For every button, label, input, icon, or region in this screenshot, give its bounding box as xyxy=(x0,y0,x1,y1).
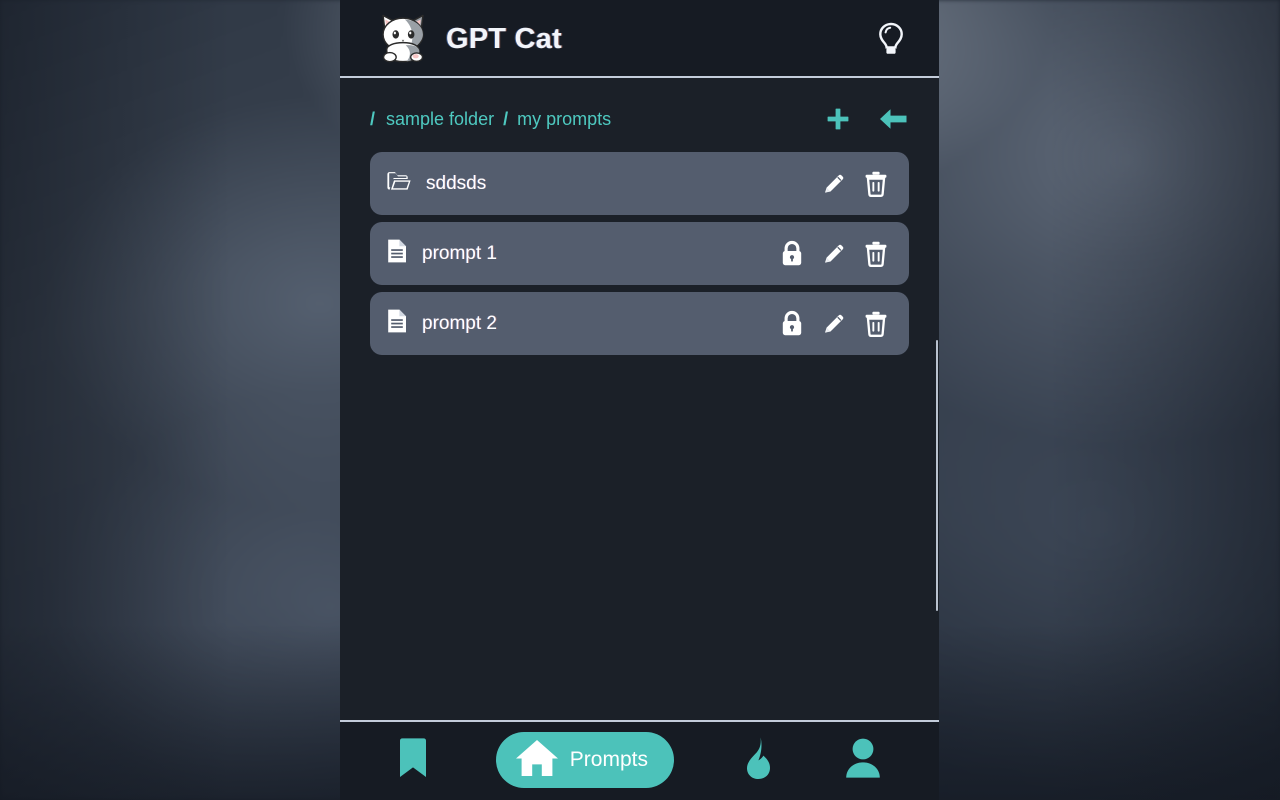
list-item-lead: prompt 2 xyxy=(386,308,497,339)
gpt-cat-panel: GPT Cat / sample folder / my prompts sdd… xyxy=(340,0,939,800)
list-item-label: prompt 1 xyxy=(422,242,497,264)
app-header: GPT Cat xyxy=(340,0,939,78)
lock-icon[interactable] xyxy=(777,237,807,271)
breadcrumb-item-sample-folder[interactable]: sample folder xyxy=(386,109,494,130)
home-icon xyxy=(514,737,560,784)
breadcrumb-actions xyxy=(825,106,909,132)
breadcrumb-item-my-prompts[interactable]: my prompts xyxy=(517,109,611,130)
edit-icon[interactable] xyxy=(819,167,849,201)
nav-item-trending[interactable] xyxy=(739,732,777,788)
plus-icon[interactable] xyxy=(825,106,851,132)
vertical-scrollbar[interactable] xyxy=(936,340,938,611)
list-item-label: sddsds xyxy=(426,172,487,194)
item-list: sddsds prompt 1 prompt 2 xyxy=(340,152,939,355)
list-item-label: prompt 2 xyxy=(422,312,497,334)
bookmark-icon xyxy=(395,736,431,785)
lightbulb-icon[interactable] xyxy=(871,17,911,61)
brand: GPT Cat xyxy=(374,10,562,68)
nav-item-label: Prompts xyxy=(569,748,648,771)
flame-icon xyxy=(739,735,777,786)
person-icon xyxy=(842,736,884,785)
list-item[interactable]: prompt 1 xyxy=(370,222,909,285)
list-item-actions xyxy=(777,307,891,341)
nav-item-bookmarks[interactable] xyxy=(395,732,431,788)
edit-icon[interactable] xyxy=(819,307,849,341)
list-item-actions xyxy=(777,237,891,271)
breadcrumb-separator: / xyxy=(503,108,509,129)
panel-body: / sample folder / my prompts sddsds prom… xyxy=(340,78,939,720)
breadcrumb: / sample folder / my prompts xyxy=(370,109,611,130)
nav-item-prompts[interactable]: Prompts xyxy=(495,732,674,788)
arrow-left-icon[interactable] xyxy=(877,106,909,132)
document-icon xyxy=(386,308,408,339)
list-item-lead: sddsds xyxy=(386,170,486,197)
app-title: GPT Cat xyxy=(446,22,562,55)
lock-icon[interactable] xyxy=(777,307,807,341)
delete-icon[interactable] xyxy=(861,167,891,201)
list-item-actions xyxy=(819,167,891,201)
delete-icon[interactable] xyxy=(861,307,891,341)
folder-open-icon xyxy=(386,170,412,197)
cat-logo-icon xyxy=(374,10,432,68)
list-item[interactable]: sddsds xyxy=(370,152,909,215)
list-item-lead: prompt 1 xyxy=(386,238,497,269)
edit-icon[interactable] xyxy=(819,237,849,271)
delete-icon[interactable] xyxy=(861,237,891,271)
nav-item-profile[interactable] xyxy=(842,732,884,788)
breadcrumb-root-separator: / xyxy=(370,108,376,129)
bottom-navigation: Prompts xyxy=(340,720,939,800)
document-icon xyxy=(386,238,408,269)
list-item[interactable]: prompt 2 xyxy=(370,292,909,355)
breadcrumb-bar: / sample folder / my prompts xyxy=(340,78,939,152)
